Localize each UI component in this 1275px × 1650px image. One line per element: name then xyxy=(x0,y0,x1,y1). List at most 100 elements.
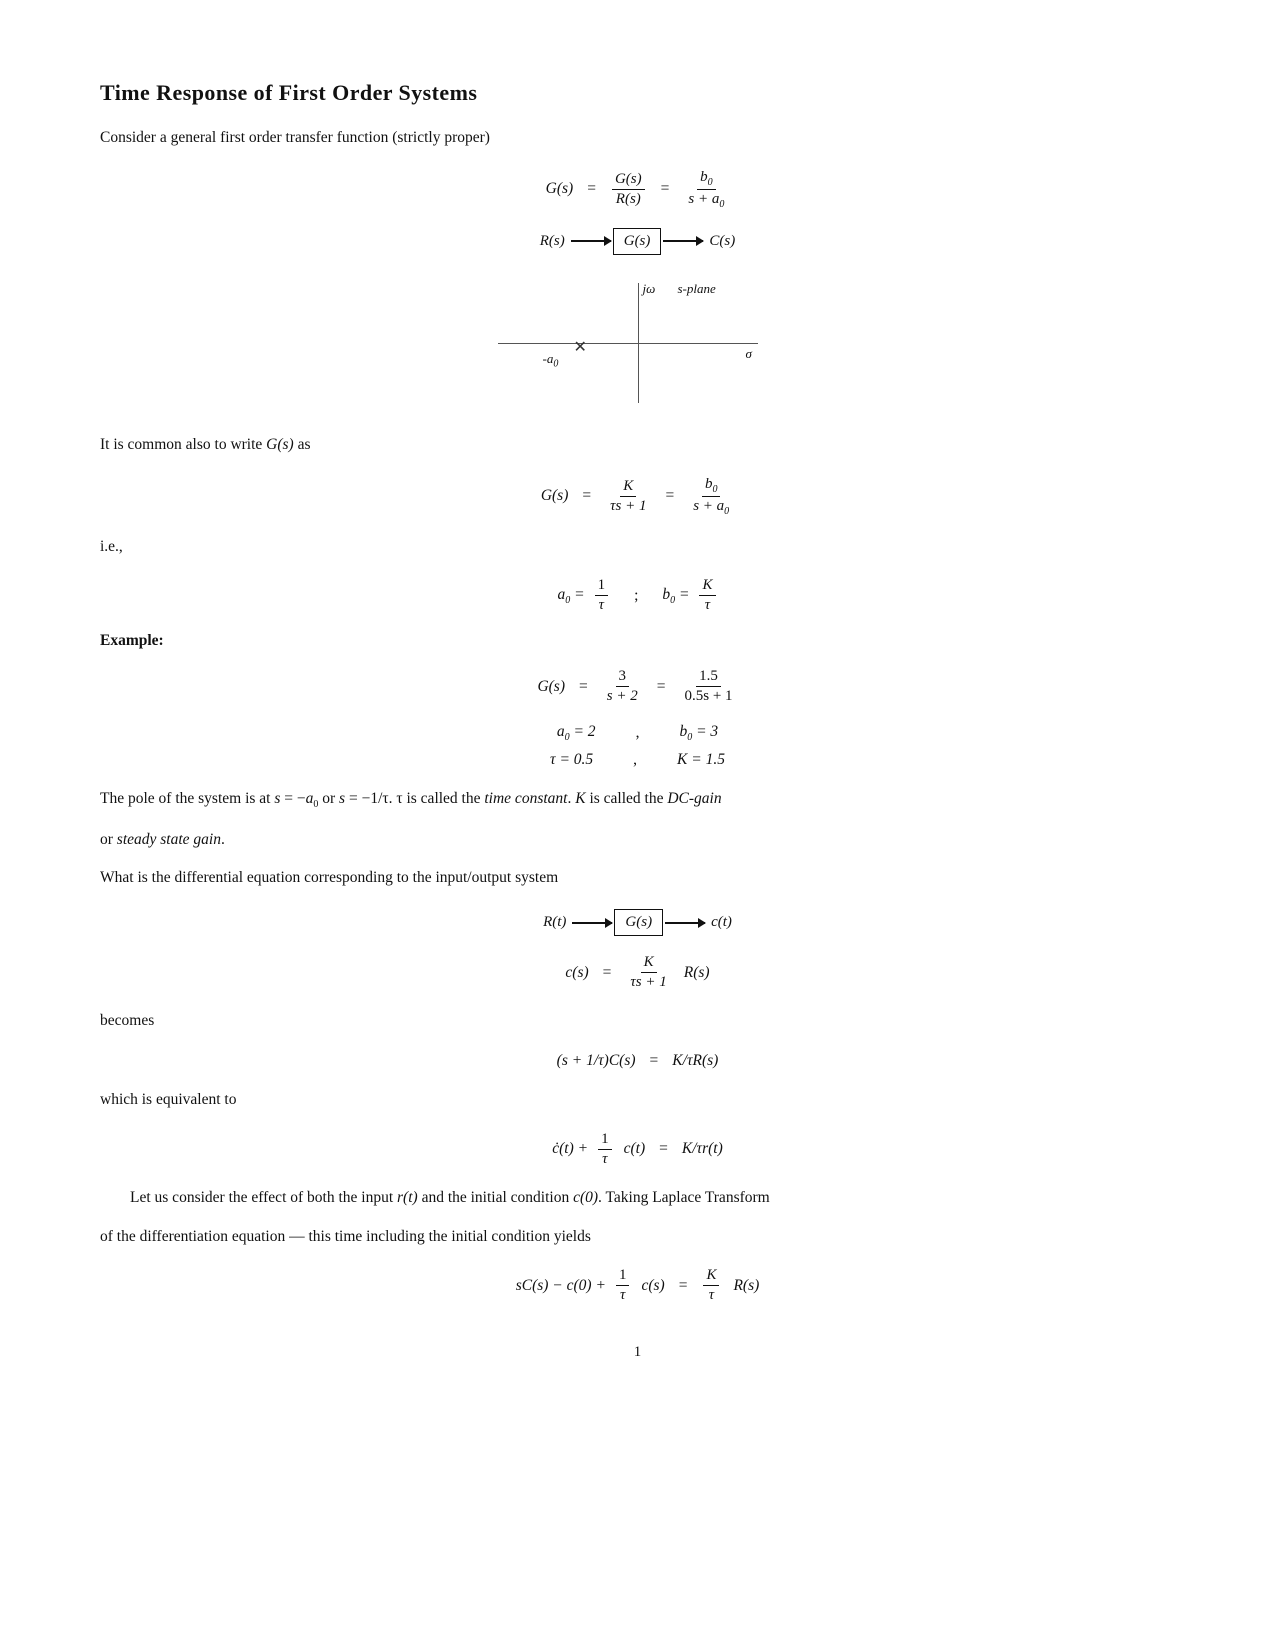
equation-3: a0 = 1 τ ; b0 = K τ xyxy=(100,577,1175,614)
eq1-frac1-num: G(s) xyxy=(612,171,645,190)
equation-1: G(s) = G(s) R(s) = b0 s + a0 xyxy=(100,169,1175,210)
eq3-frac2-num: K xyxy=(699,577,715,596)
which-text: which is equivalent to xyxy=(100,1088,1175,1113)
write-gs-text: It is common also to write G(s) as xyxy=(100,436,311,453)
ex-val-k: K = 1.5 xyxy=(677,751,725,769)
cs-equation: c(s) = K τs + 1 R(s) xyxy=(100,954,1175,991)
ode-equation: ċ(t) + 1 τ c(t) = K/τr(t) xyxy=(100,1131,1175,1168)
eq1-frac2-num: b0 xyxy=(697,169,716,190)
intro-text: Consider a general first order transfer … xyxy=(100,129,490,146)
eq2-equals: = xyxy=(582,487,591,505)
eq3-b0: b0 = xyxy=(662,586,689,606)
laplace-text1: Let us consider the effect of both the i… xyxy=(130,1189,770,1206)
cs-eq-rs: R(s) xyxy=(684,964,710,982)
final-frac2-num: K xyxy=(703,1267,719,1286)
splane-pole-cross: ✕ xyxy=(574,337,587,357)
block-diagram-2: R(t) G(s) c(t) xyxy=(100,909,1175,936)
eq1-equals2: = xyxy=(661,180,670,198)
or-steady-state: or steady state gain. xyxy=(100,828,1175,853)
final-eq-mid: c(s) xyxy=(641,1277,664,1295)
ex-eq-equals2: = xyxy=(657,678,666,696)
equation-2: G(s) = K τs + 1 = b0 s + a0 xyxy=(100,476,1175,517)
splane-sigma-label: σ xyxy=(746,346,752,362)
eq2-frac2-num: b0 xyxy=(702,476,721,497)
eq3-frac2-den: τ xyxy=(702,596,713,614)
ex-val-comma1: , xyxy=(636,724,640,742)
ex-val-b0: b0 = 3 xyxy=(679,723,718,743)
bd2-box: G(s) xyxy=(614,909,663,936)
eq3-frac: 1 τ xyxy=(595,577,609,614)
final-eq-rhs: R(s) xyxy=(733,1277,759,1295)
final-eq-equals: = xyxy=(679,1277,688,1295)
eq3-sep: ; xyxy=(634,587,638,605)
ode-frac-den: τ xyxy=(599,1150,610,1168)
becomes-label: becomes xyxy=(100,1009,1175,1034)
final-frac1-num: 1 xyxy=(616,1267,630,1286)
page-number-text: 1 xyxy=(634,1344,642,1360)
ie-label: i.e., xyxy=(100,535,1175,560)
ex-frac2-den: 0.5s + 1 xyxy=(681,687,735,705)
final-equation: sC(s) − c(0) + 1 τ c(s) = K τ R(s) xyxy=(100,1267,1175,1304)
final-frac2: K τ xyxy=(703,1267,719,1304)
splane-a0-label: -a0 xyxy=(543,351,559,370)
ex-eq-equals: = xyxy=(579,678,588,696)
example-values: a0 = 2 , b0 = 3 τ = 0.5 , K = 1.5 xyxy=(100,723,1175,769)
intro-paragraph: Consider a general first order transfer … xyxy=(100,126,1175,151)
example-equation: G(s) = 3 s + 2 = 1.5 0.5s + 1 xyxy=(100,668,1175,705)
eq1-equals: = xyxy=(587,180,596,198)
eq3-frac2: K τ xyxy=(699,577,715,614)
final-frac1: 1 τ xyxy=(616,1267,630,1304)
eq2-lhs: G(s) xyxy=(541,487,569,505)
eq1-frac1: G(s) R(s) xyxy=(612,171,645,208)
text-write-gs: It is common also to write G(s) as xyxy=(100,433,1175,458)
final-frac1-den: τ xyxy=(617,1286,628,1304)
splane-diagram-container: jω s-plane σ ✕ -a0 xyxy=(100,273,1175,413)
becomes-lhs: (s + 1/τ)C(s) xyxy=(557,1052,636,1070)
bd1-box: G(s) xyxy=(613,228,662,255)
ex-frac1: 3 s + 2 xyxy=(604,668,641,705)
eq2-frac1-num: K xyxy=(620,478,636,497)
bd1-arrow1 xyxy=(571,240,611,242)
splane-plane-label: s-plane xyxy=(678,281,716,297)
splane-diagram: jω s-plane σ ✕ -a0 xyxy=(478,273,798,413)
cs-eq-lhs: c(s) xyxy=(565,964,588,982)
eq3-frac-den: τ xyxy=(596,596,607,614)
ode-lhs1: ċ(t) + xyxy=(552,1140,588,1158)
ie-text: i.e., xyxy=(100,538,123,555)
ode-frac: 1 τ xyxy=(598,1131,612,1168)
eq2-frac2: b0 s + a0 xyxy=(690,476,732,517)
ode-question: What is the differential equation corres… xyxy=(100,866,1175,891)
example-label: Example: xyxy=(100,632,1175,650)
pole-paragraph: The pole of the system is at s = −a0 or … xyxy=(100,787,1175,813)
becomes-equation: (s + 1/τ)C(s) = K/τR(s) xyxy=(100,1052,1175,1070)
ex-eq-lhs: G(s) xyxy=(537,678,565,696)
eq2-equals2: = xyxy=(665,487,674,505)
eq2-frac1: K τs + 1 xyxy=(607,478,649,515)
bd2-r-label: R(t) xyxy=(543,914,566,931)
pole-text: The pole of the system is at s = −a0 or … xyxy=(100,790,722,807)
ode-text: What is the differential equation corres… xyxy=(100,869,558,886)
page-number: 1 xyxy=(100,1344,1175,1361)
eq1-frac1-den: R(s) xyxy=(613,190,644,208)
which-text-span: which is equivalent to xyxy=(100,1091,236,1108)
eq3-frac-num: 1 xyxy=(595,577,609,596)
ode-lhs2: c(t) xyxy=(624,1140,646,1158)
laplace-paragraph: Let us consider the effect of both the i… xyxy=(130,1186,1175,1211)
becomes-rhs: K/τR(s) xyxy=(672,1052,718,1070)
cs-frac-num: K xyxy=(641,954,657,973)
ex-frac1-den: s + 2 xyxy=(604,687,641,705)
eq2-frac2-den: s + a0 xyxy=(690,497,732,517)
ex-frac2-num: 1.5 xyxy=(696,668,721,687)
becomes-equals: = xyxy=(650,1052,659,1070)
bd2-c-label: c(t) xyxy=(711,914,732,931)
ex-val-comma2: , xyxy=(633,751,637,769)
eq1-frac2-den: s + a0 xyxy=(685,190,727,210)
ex-val-a0: a0 = 2 xyxy=(557,723,596,743)
splane-haxis xyxy=(498,343,758,344)
ex-frac1-num: 3 xyxy=(616,668,630,687)
bd1-arrow2 xyxy=(663,240,703,242)
eq2-frac1-den: τs + 1 xyxy=(607,497,649,515)
or-text: or steady state gain. xyxy=(100,831,225,848)
becomes-text: becomes xyxy=(100,1012,154,1029)
bd2-arrow2 xyxy=(665,922,705,924)
